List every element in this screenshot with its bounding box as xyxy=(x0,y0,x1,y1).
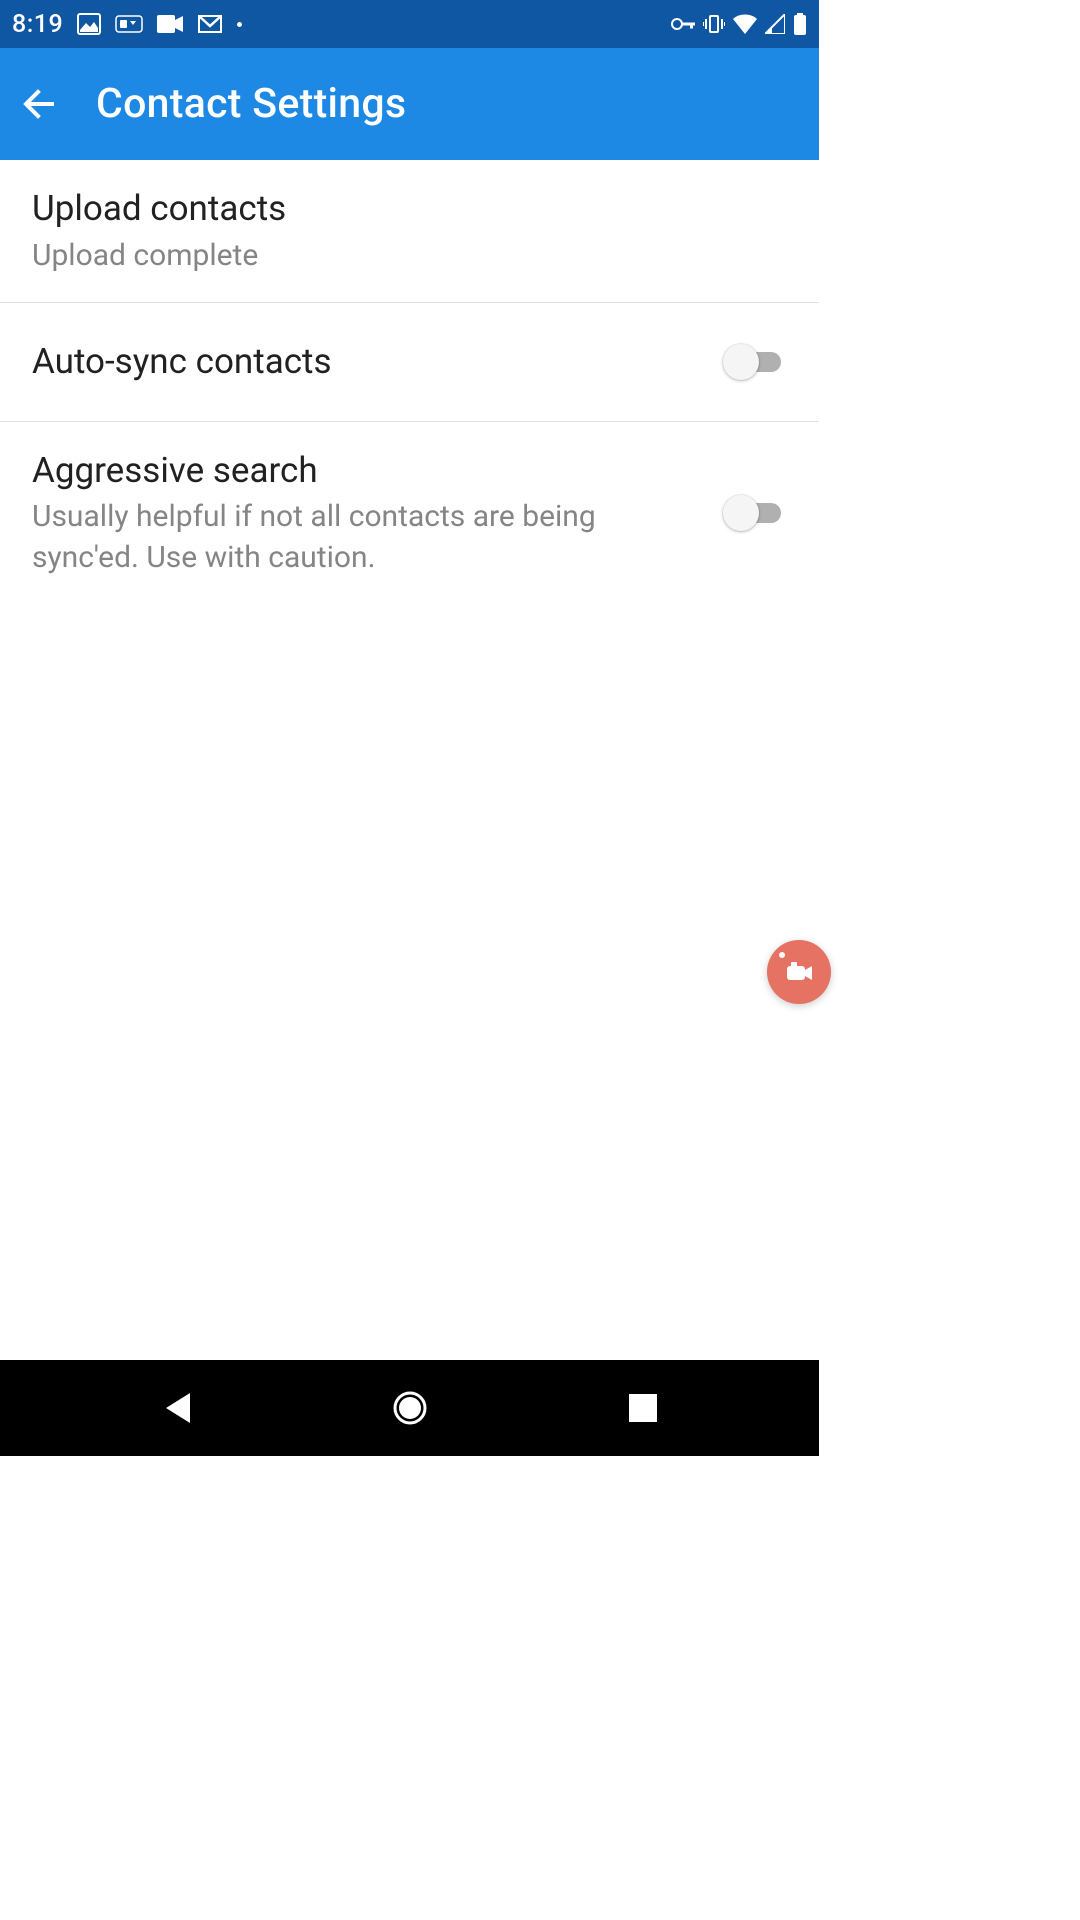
nav-home-button[interactable] xyxy=(380,1378,440,1438)
video-icon xyxy=(157,15,183,33)
vibrate-icon xyxy=(703,13,725,35)
aggressive-search-toggle[interactable] xyxy=(723,493,787,533)
nav-back-button[interactable] xyxy=(147,1378,207,1438)
page-title: Contact Settings xyxy=(96,80,406,128)
upload-contacts-title: Upload contacts xyxy=(32,186,763,232)
aggressive-search-title: Aggressive search xyxy=(32,448,699,494)
toggle-thumb xyxy=(723,344,759,380)
status-right-group xyxy=(671,13,807,35)
back-button[interactable] xyxy=(16,80,64,128)
aggressive-search-row[interactable]: Aggressive search Usually helpful if not… xyxy=(0,422,819,605)
nav-recent-button[interactable] xyxy=(613,1378,673,1438)
status-time: 8:19 xyxy=(12,10,63,39)
wifi-icon xyxy=(733,14,757,34)
square-icon xyxy=(629,1394,657,1422)
navigation-bar xyxy=(0,1360,819,1456)
cellular-icon xyxy=(765,14,785,34)
cast-icon xyxy=(115,15,143,33)
settings-list: Upload contacts Upload complete Auto-syn… xyxy=(0,160,819,604)
circle-icon xyxy=(392,1390,428,1426)
image-icon xyxy=(77,13,101,35)
status-bar: 8:19 xyxy=(0,0,819,48)
camera-icon xyxy=(785,960,813,984)
battery-icon xyxy=(793,13,807,35)
upload-contacts-row[interactable]: Upload contacts Upload complete xyxy=(0,160,819,303)
notification-dot-icon xyxy=(237,22,242,27)
auto-sync-title: Auto-sync contacts xyxy=(32,339,699,385)
triangle-left-icon xyxy=(162,1391,192,1425)
gmail-icon xyxy=(197,14,223,34)
auto-sync-toggle[interactable] xyxy=(723,342,787,382)
toggle-thumb xyxy=(723,495,759,531)
upload-contacts-subtitle: Upload complete xyxy=(32,236,763,277)
aggressive-search-subtitle: Usually helpful if not all contacts are … xyxy=(32,497,699,578)
arrow-left-icon xyxy=(20,84,60,124)
screen-recorder-fab[interactable] xyxy=(767,940,831,1004)
status-left-group: 8:19 xyxy=(12,10,242,39)
auto-sync-row[interactable]: Auto-sync contacts xyxy=(0,303,819,422)
app-bar: Contact Settings xyxy=(0,48,819,160)
key-icon xyxy=(671,17,695,31)
